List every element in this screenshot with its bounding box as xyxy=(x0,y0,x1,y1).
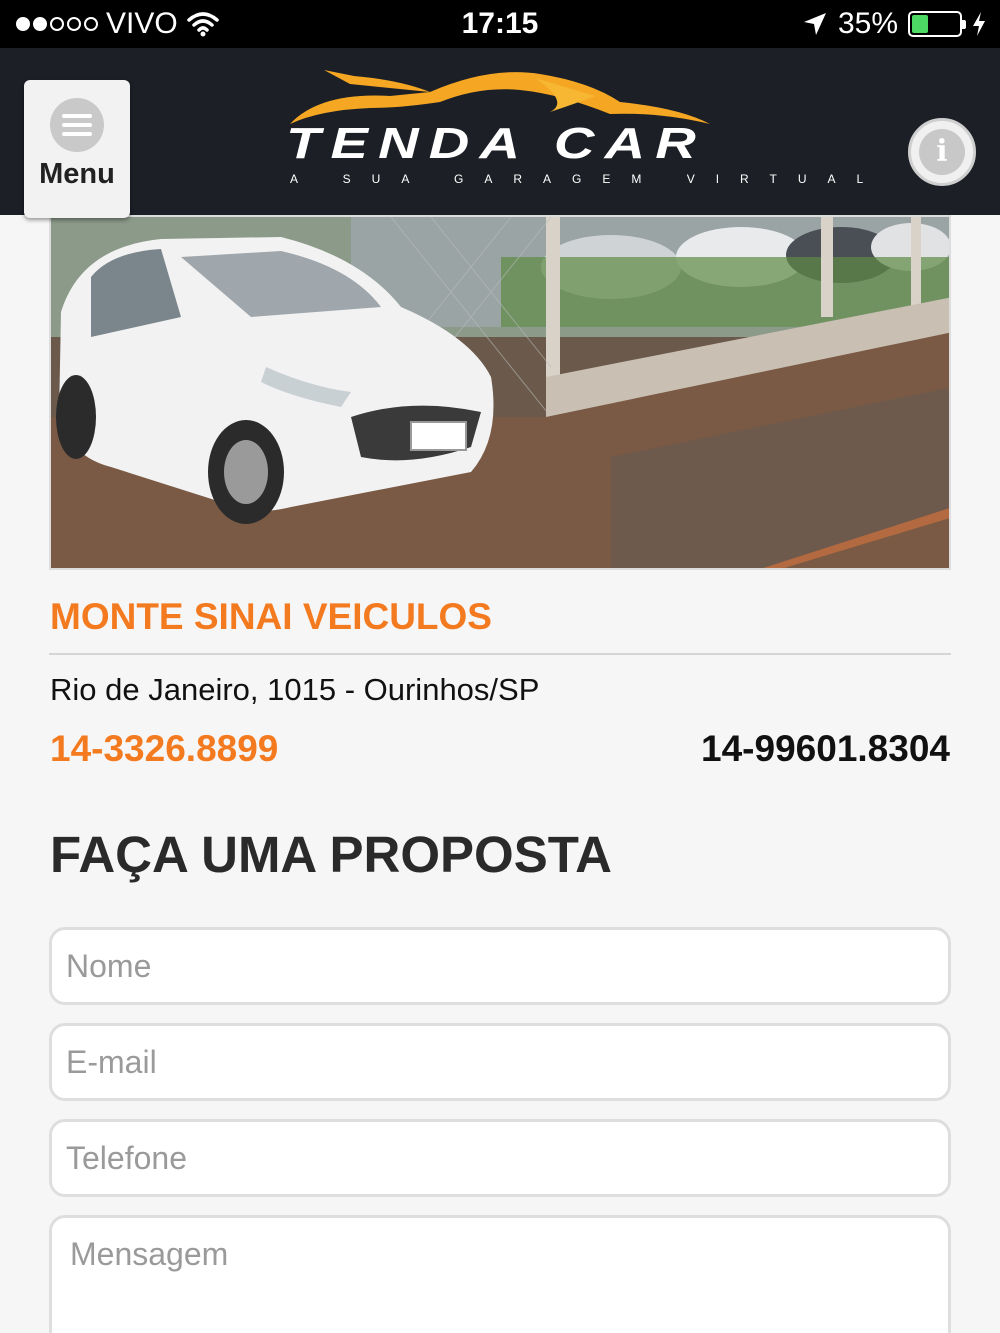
form-title: FAÇA UMA PROPOSTA xyxy=(50,826,612,883)
logo-tagline: A SUA GARAGEM VIRTUAL xyxy=(290,172,885,186)
dealer-name: MONTE SINAI VEICULOS xyxy=(50,596,492,637)
car-lot-image xyxy=(51,217,949,568)
phone-input[interactable] xyxy=(49,1119,951,1197)
phone-mobile-link[interactable]: 14-99601.8304 xyxy=(701,728,950,770)
status-bar: VIVO 17:15 35% xyxy=(0,0,1000,48)
charging-bolt-icon xyxy=(973,12,985,36)
menu-label: Menu xyxy=(39,158,115,190)
site-header: Menu TENDA CAR A SUA GARAGEM VIRTUAL i xyxy=(0,48,1000,218)
logo-text: TENDA CAR xyxy=(286,119,706,168)
battery-icon xyxy=(908,11,966,37)
dealer-address: Rio de Janeiro, 1015 - Ourinhos/SP xyxy=(50,672,540,707)
info-icon: i xyxy=(919,129,965,175)
email-input[interactable] xyxy=(49,1023,951,1101)
message-textarea[interactable] xyxy=(49,1215,951,1333)
hamburger-icon xyxy=(50,98,104,152)
location-arrow-icon xyxy=(803,13,826,35)
divider xyxy=(49,653,951,655)
name-input[interactable] xyxy=(49,927,951,1005)
info-button[interactable]: i xyxy=(908,118,976,186)
phone-landline-link[interactable]: 14-3326.8899 xyxy=(50,728,278,770)
battery-percent: 35% xyxy=(837,7,898,40)
menu-button[interactable]: Menu xyxy=(24,80,130,218)
status-right: 35% xyxy=(802,7,986,41)
dealer-photo xyxy=(49,215,951,570)
